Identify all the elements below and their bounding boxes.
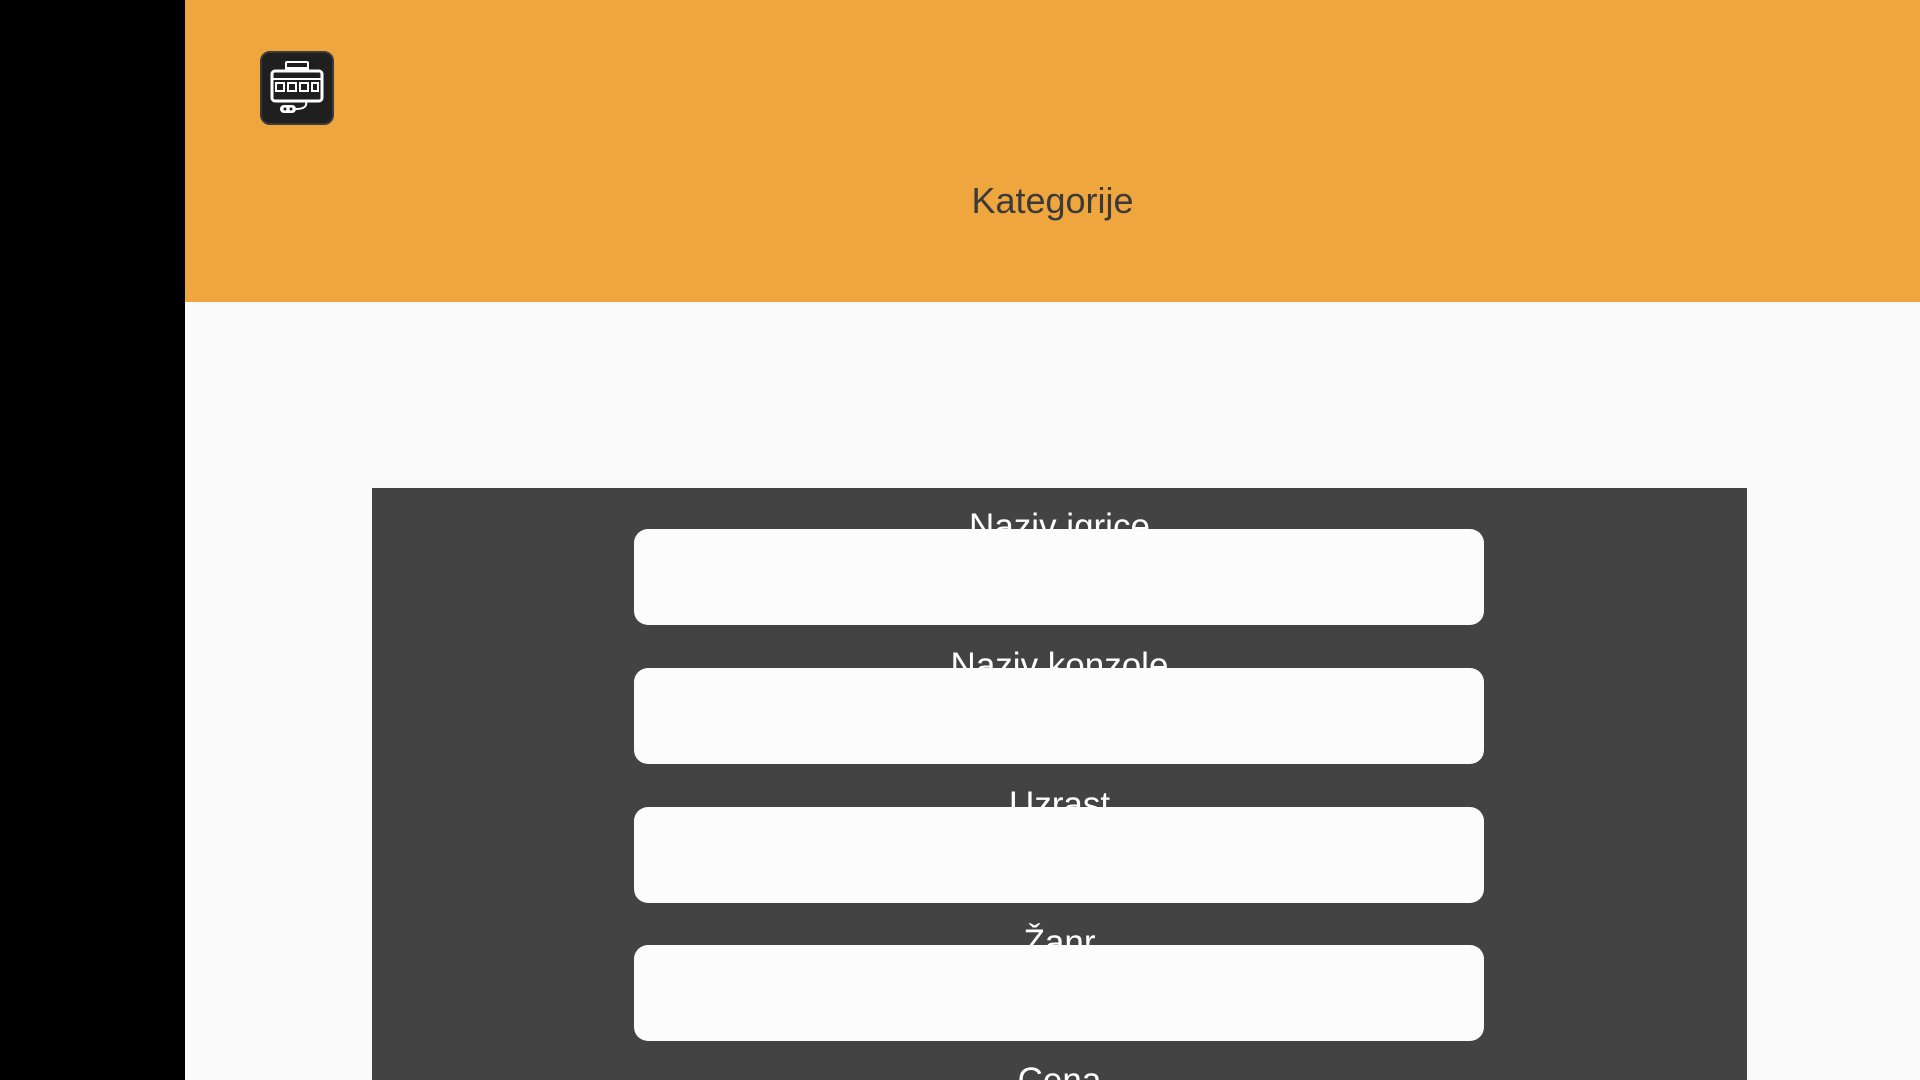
field-label-cena: Cena (372, 1061, 1747, 1080)
zanr-input[interactable] (634, 945, 1484, 1041)
nav-link-kategorije[interactable]: Kategorije (185, 180, 1920, 222)
retro-console-icon-graphic (270, 61, 324, 113)
game-form: Naziv igrice Naziv konzole Uzrast Žanr C… (372, 488, 1747, 1080)
left-black-bar (0, 0, 185, 1080)
uzrast-input[interactable] (634, 807, 1484, 903)
naziv-igrice-input[interactable] (634, 529, 1484, 625)
page: Kategorije Naziv igrice Naziv konzole Uz… (185, 0, 1920, 1080)
retro-console-icon[interactable] (260, 51, 334, 125)
header: Kategorije (185, 0, 1920, 302)
naziv-konzole-input[interactable] (634, 668, 1484, 764)
